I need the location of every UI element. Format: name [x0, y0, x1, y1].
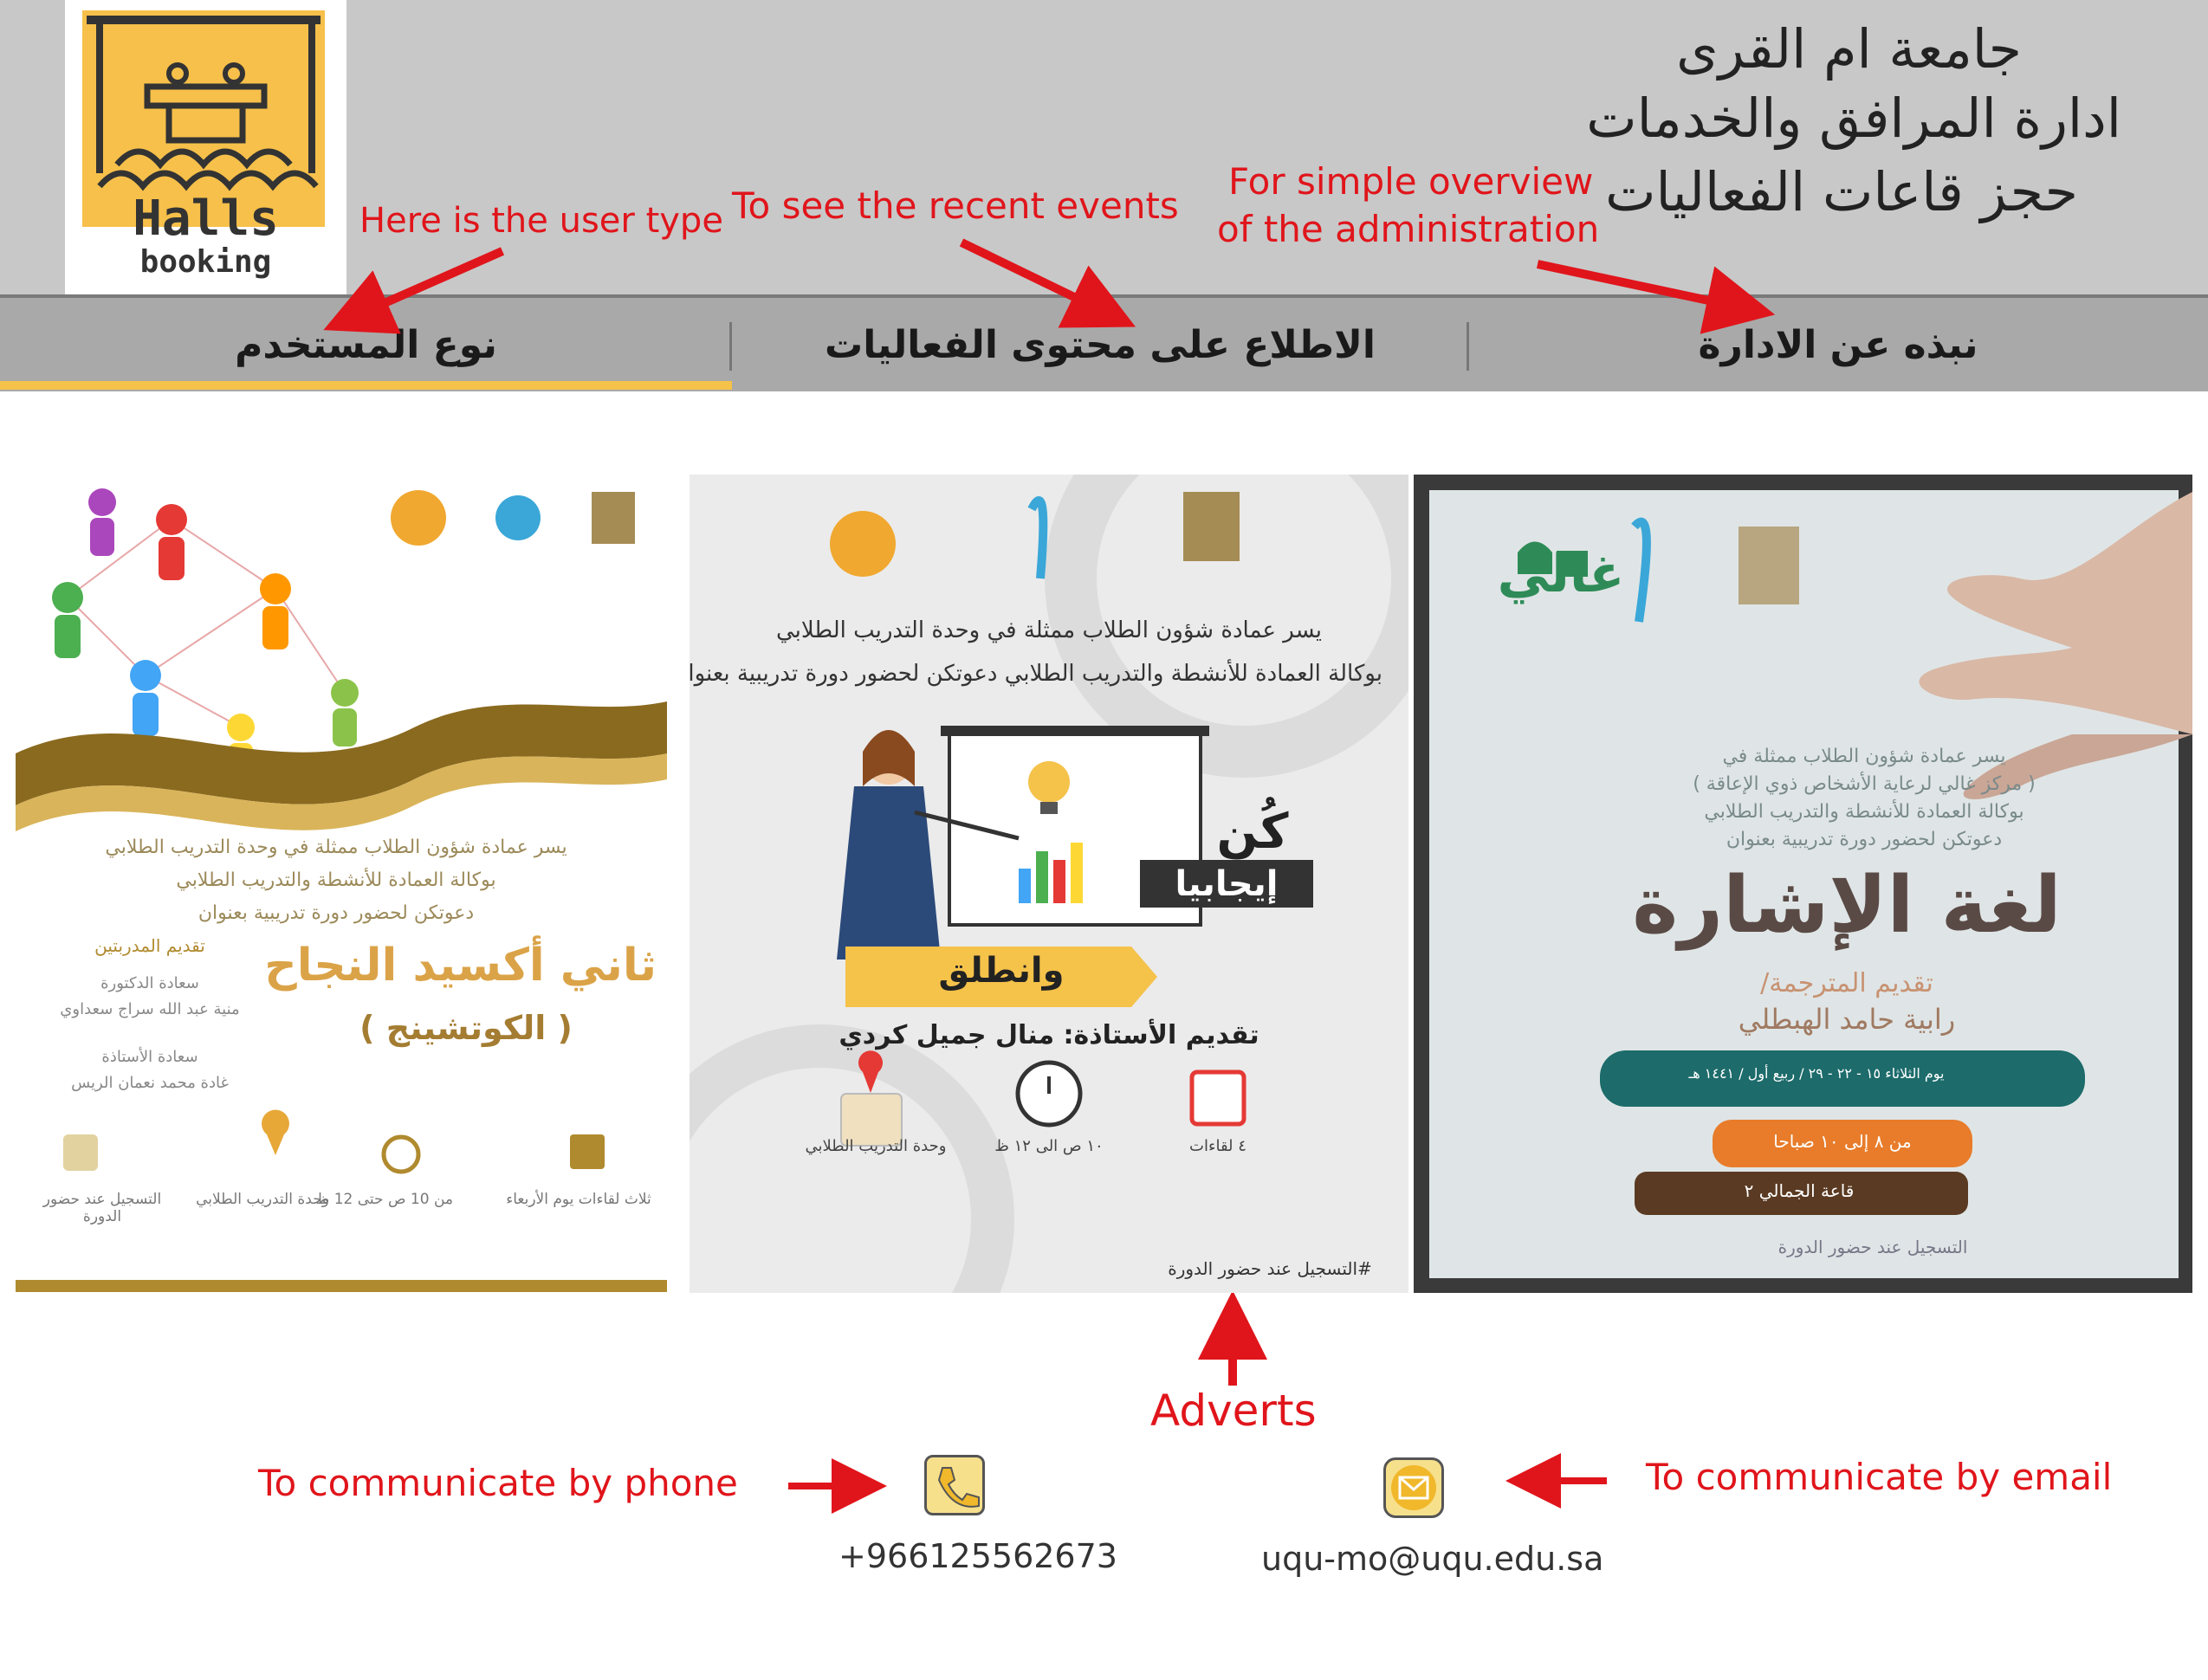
advert-poster-sign-language[interactable]: يسر عمادة شؤون الطلاب ممثلة في ( مركز غا…	[1414, 475, 2192, 1293]
tab-events-content[interactable]: الاطلاع على محتوى الفعاليات	[732, 298, 1468, 391]
email-address[interactable]: uqu-mo@uqu.edu.sa	[1261, 1540, 1603, 1578]
phone-icon[interactable]	[924, 1455, 985, 1515]
halls-booking-logo[interactable]: Halls booking	[65, 0, 346, 294]
tab-about-administration[interactable]: نبذه عن الادارة	[1468, 298, 2208, 391]
annotation-phone: To communicate by phone	[258, 1462, 738, 1504]
advert1-presenter1-role: سعادة الدكتورة	[100, 974, 199, 992]
logo-text-booking: booking	[139, 244, 272, 280]
advert-poster-be-positive[interactable]: يسر عمادة شؤون الطلاب ممثلة في وحدة التد…	[690, 475, 1408, 1293]
site-title: حجز قاعات الفعاليات	[1605, 160, 2078, 223]
email-icon[interactable]	[1383, 1457, 1444, 1518]
advert1-presenter2-name: غادة محمد نعمان الريس	[71, 1074, 229, 1092]
active-tab-indicator	[0, 381, 732, 390]
main-navigation: نوع المستخدم الاطلاع على محتوى الفعاليات…	[0, 294, 2208, 391]
advert3-brand: غالي	[1497, 544, 1625, 604]
advert2-registration: #التسجيل عند حضور الدورة	[1168, 1258, 1372, 1279]
advert2-slogan-go: وانطلق	[938, 951, 1065, 991]
annotation-user-type: Here is the user type	[359, 201, 723, 241]
advert2-info-place: وحدة التدريب الطلابي	[805, 1137, 947, 1155]
advert1-info-dates: ثلاث لقاءات يوم الأربعاء	[506, 1191, 651, 1208]
phone-number[interactable]: +966125562673	[839, 1537, 1117, 1575]
advert2-slogan-positive: إيجابيا	[1175, 864, 1279, 904]
podium-icon	[87, 16, 321, 191]
annotation-overview-line2: of the administration	[1217, 208, 1600, 250]
advert3-pill-time: من ٨ إلى ١٠ صباحا	[1773, 1131, 1912, 1152]
advert1-info-time: من 10 ص حتى 12 ظ	[315, 1191, 453, 1208]
advert3-pill-place: قاعة الجمالي ٢	[1744, 1180, 1855, 1201]
annotation-adverts: Adverts	[1150, 1386, 1317, 1436]
advert-poster-coaching[interactable]: يسر عمادة شؤون الطلاب ممثلة في وحدة التد…	[16, 468, 667, 1299]
annotation-email: To communicate by email	[1646, 1456, 2113, 1498]
advert2-presenter: تقديم الأستاذة: منال جميل كردي	[839, 1020, 1259, 1050]
advert1-info-registration: التسجيل عند حضور الدورة	[42, 1191, 162, 1225]
advert2-info-time: ١٠ ص الى ١٢ ظ	[994, 1137, 1104, 1155]
advert1-presenters-heading: تقديم المدربتين	[94, 935, 205, 956]
advert3-presenter-name: رابية حامد الهبطلي	[1738, 1003, 1956, 1036]
advert3-title: لغة الإشارة	[1632, 860, 2062, 951]
advert2-info-sessions: ٤ لقاءات	[1189, 1137, 1246, 1155]
annotation-overview-line1: For simple overview	[1228, 160, 1594, 203]
department-name: ادارة المرافق والخدمات	[1586, 87, 2121, 150]
advert2-intro-line1: يسر عمادة شؤون الطلاب ممثلة في وحدة التد…	[775, 617, 1323, 643]
logo-text-halls: Halls	[133, 191, 279, 247]
advert1-presenter1-name: منية عبد الله سراج سعداوي	[60, 1000, 240, 1018]
annotation-recent-events: To see the recent events	[732, 184, 1179, 227]
advert1-intro: يسر عمادة شؤون الطلاب ممثلة في وحدة التد…	[105, 837, 567, 924]
advert3-presenter-label: تقديم المترجمة/	[1760, 968, 1933, 998]
advert2-intro-line2: بوكالة العمادة للأنشطة والتدريب الطلابي …	[690, 661, 1382, 687]
advert3-registration: التسجيل عند حضور الدورة	[1777, 1237, 1968, 1257]
advert2-slogan-be: كُن	[1216, 804, 1289, 860]
advert3-intro: يسر عمادة شؤون الطلاب ممثلة في ( مركز غا…	[1693, 746, 2036, 850]
tab-user-type[interactable]: نوع المستخدم	[0, 298, 732, 391]
advert1-presenter2-role: سعادة الأستاذة	[101, 1048, 198, 1066]
advert1-info-place: وحدة التدريب الطلابي	[196, 1191, 329, 1208]
header: Halls booking جامعة ام القرى ادارة المرا…	[0, 0, 2208, 294]
advert1-subtitle: ( الكوتشينج )	[359, 1009, 573, 1047]
university-name: جامعة ام القرى	[1676, 17, 2022, 81]
advert3-pill-date: يوم الثلاثاء ١٥ - ٢٢ - ٢٩ / ربيع أول / ١…	[1688, 1065, 1945, 1082]
advert1-title: ثاني أكسيد النجاح	[264, 940, 657, 992]
